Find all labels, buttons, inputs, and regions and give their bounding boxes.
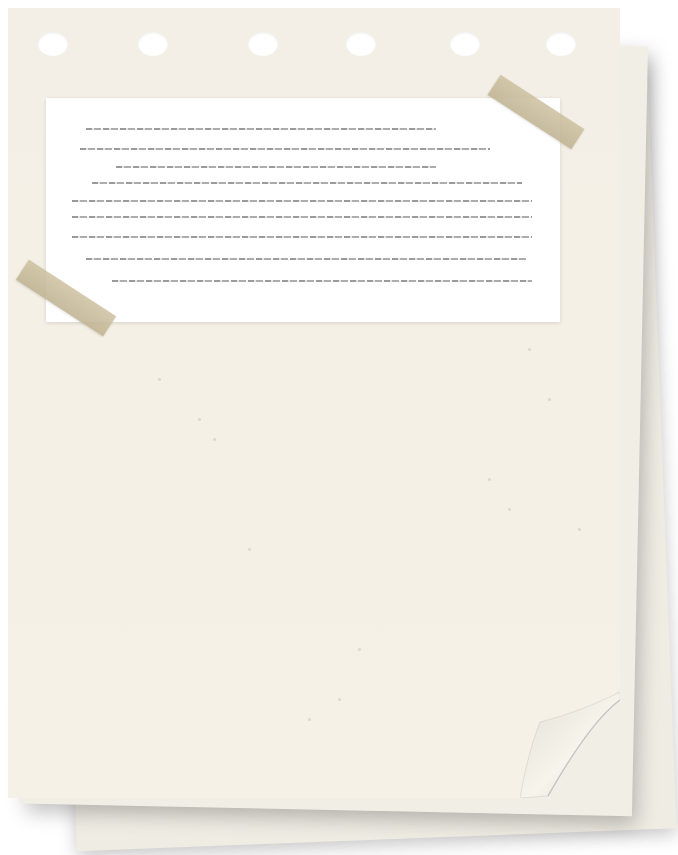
ring-hole [346,32,376,56]
paper-speck [248,548,251,551]
paper-speck [198,418,201,421]
paper-speck [488,478,491,481]
note-line [72,236,532,238]
ring-hole [546,32,576,56]
paper-speck [308,718,311,721]
paper-speck [338,698,341,701]
note-line [80,148,490,150]
note-line [86,128,436,130]
note-line [86,258,526,260]
note-line [92,182,522,184]
paper-speck [508,508,511,511]
paper-speck [213,438,216,441]
paper-speck [578,528,581,531]
notepad-illustration [0,0,678,855]
note-line [72,216,532,218]
paper-speck [548,398,551,401]
note-line [112,280,532,282]
paper-speck [528,348,531,351]
ring-hole [248,32,278,56]
ring-hole [38,32,68,56]
note-line [72,200,532,202]
ring-hole [138,32,168,56]
note-card [46,98,560,322]
note-line [116,166,436,168]
ring-hole [450,32,480,56]
paper-speck [158,378,161,381]
page-curl [520,692,620,798]
paper-speck [358,648,361,651]
